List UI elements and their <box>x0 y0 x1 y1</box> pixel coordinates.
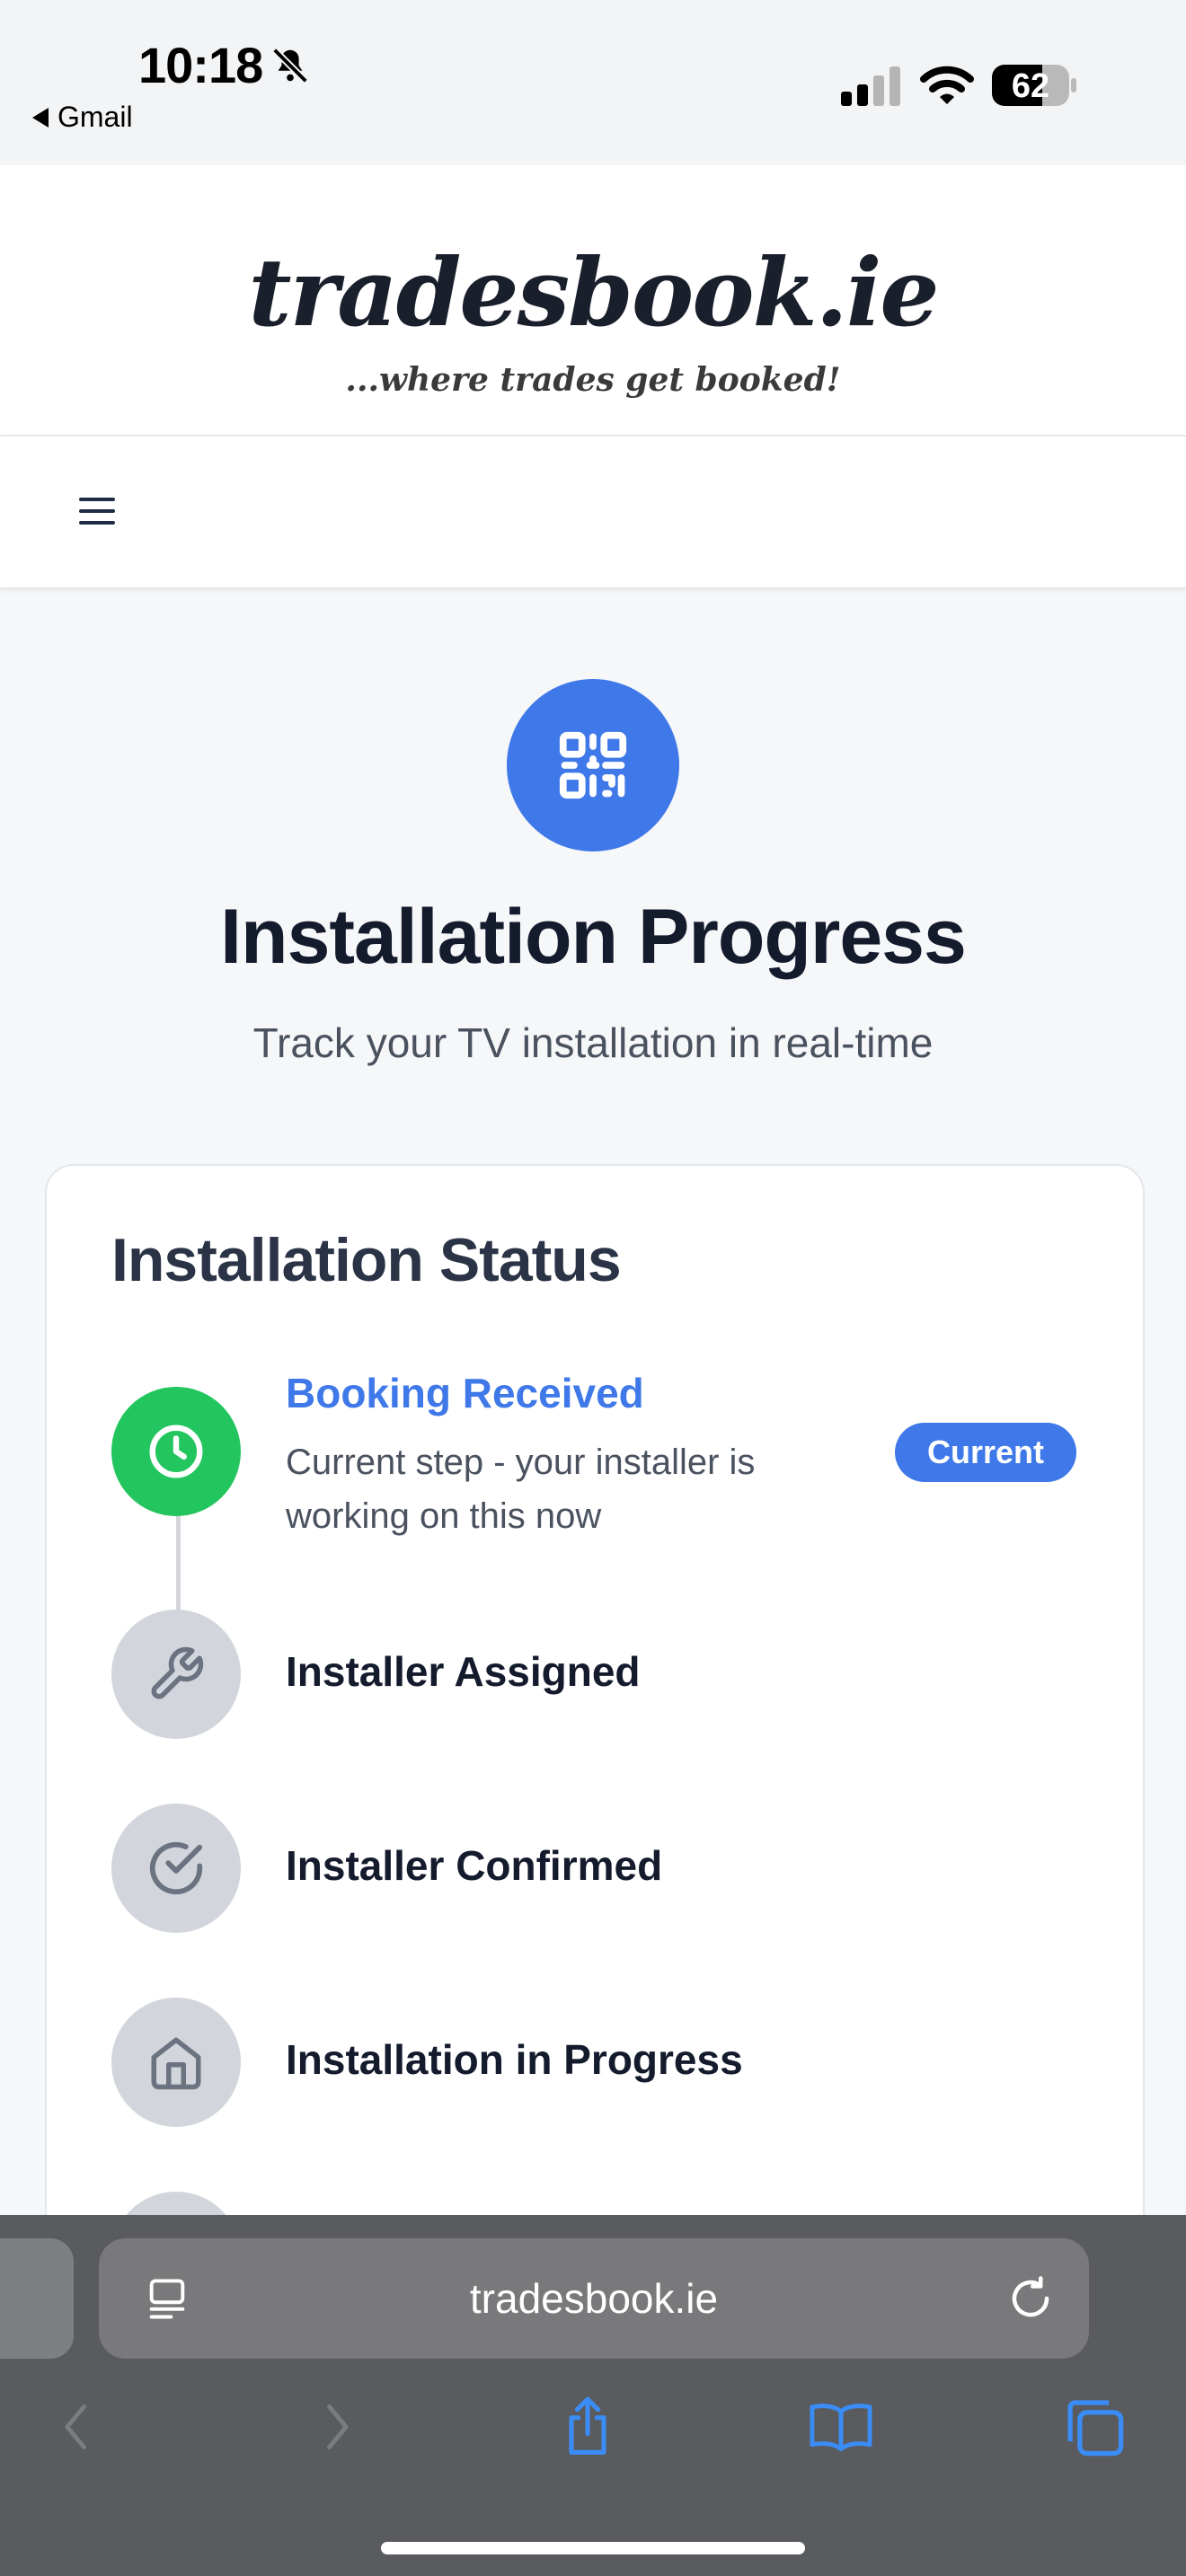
previous-tab-peek[interactable] <box>0 2238 74 2359</box>
url-text[interactable]: tradesbook.ie <box>99 2274 1089 2323</box>
step-title-installer-confirmed: Installer Confirmed <box>286 1842 663 1889</box>
current-status-badge: Current <box>895 1423 1076 1482</box>
home-icon <box>111 1998 241 2127</box>
address-bar[interactable]: tradesbook.ie <box>99 2238 1089 2359</box>
tabs-icon[interactable] <box>1058 2391 1130 2463</box>
wifi-icon <box>920 66 974 104</box>
page-subtitle: Track your TV installation in real-time <box>252 1019 934 1066</box>
hamburger-menu-icon[interactable] <box>79 498 115 528</box>
share-icon[interactable] <box>552 2391 624 2463</box>
clock-icon <box>111 1387 241 1516</box>
signal-icon <box>841 66 900 106</box>
status-bar: 10:18 Gmail 62 <box>0 0 1186 165</box>
back-triangle-icon <box>32 107 49 128</box>
battery-level: 62 <box>1011 67 1050 105</box>
battery-icon: 62 <box>992 65 1078 106</box>
check-circle-icon <box>111 1804 241 1933</box>
browser-toolbar: tradesbook.ie <box>0 2215 1186 2576</box>
back-icon[interactable] <box>41 2391 113 2463</box>
bell-slash-icon <box>272 48 308 84</box>
qr-code-icon <box>507 679 679 851</box>
card-title: Installation Status <box>111 1226 622 1294</box>
navbar <box>0 437 1186 589</box>
site-header: tradesbook.ie ...where trades get booked… <box>0 165 1186 437</box>
status-time: 10:18 <box>138 37 263 93</box>
step-description: Current step - your installer is working… <box>286 1442 756 1536</box>
home-indicator <box>381 2542 805 2554</box>
back-to-app-link[interactable]: Gmail <box>32 101 133 134</box>
site-logo[interactable]: tradesbook.ie <box>0 237 1186 348</box>
forward-icon[interactable] <box>300 2391 372 2463</box>
back-app-label: Gmail <box>58 101 133 133</box>
step-title-booking-received: Booking Received <box>286 1370 644 1416</box>
site-tagline: ...where trades get booked! <box>345 361 841 399</box>
wrench-icon <box>111 1610 241 1739</box>
step-title-installer-assigned: Installer Assigned <box>286 1648 641 1695</box>
step-title-installation-in-progress: Installation in Progress <box>286 2036 743 2083</box>
page-title: Installation Progress <box>220 894 967 980</box>
reload-icon[interactable] <box>1006 2274 1055 2323</box>
bookmarks-icon[interactable] <box>805 2391 877 2463</box>
